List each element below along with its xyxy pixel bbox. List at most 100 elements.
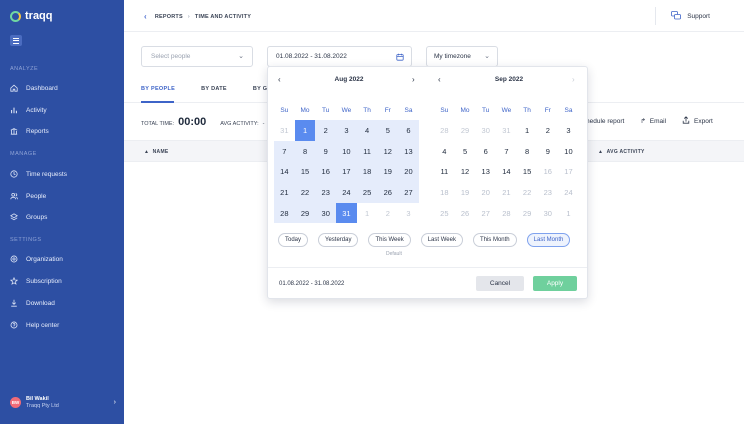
column-name-header[interactable]: ▲ NAME (144, 149, 169, 155)
calendar-day[interactable]: 10 (336, 140, 357, 162)
preset-today-button[interactable]: Today (278, 233, 309, 247)
sidebar-item-dashboard[interactable]: Dashboard (10, 84, 58, 92)
sidebar-item-organization[interactable]: Organization (10, 255, 63, 263)
calendar-day[interactable]: 14 (274, 161, 295, 183)
calendar-day[interactable]: 29 (294, 202, 316, 224)
export-button[interactable]: Export (682, 116, 713, 126)
preset-this-week-button[interactable]: This Week (368, 233, 411, 247)
calendar-day[interactable]: 2 (377, 203, 398, 224)
calendar-day[interactable]: 2 (315, 120, 337, 141)
calendar-day[interactable]: 3 (558, 120, 579, 141)
calendar-day[interactable]: 1 (517, 120, 538, 141)
calendar-day[interactable]: 31 (496, 120, 517, 141)
calendar-day[interactable]: 5 (377, 120, 399, 141)
calendar-days: 31 1 2 3 4 5 6 7 8 9 10 11 12 13 14 15 16 17 18 19 20 21 22 23 2… (274, 120, 424, 224)
calendar-day[interactable]: 3 (398, 203, 419, 224)
calendar-day[interactable]: 4 (434, 141, 455, 162)
calendar-day[interactable]: 12 (455, 161, 476, 182)
calendar-day[interactable]: 1 (294, 120, 316, 141)
calendar-day[interactable]: 3 (336, 120, 357, 141)
calendar-day[interactable]: 15 (294, 161, 316, 183)
calendar-day[interactable]: 9 (315, 140, 337, 162)
calendar-day[interactable]: 7 (274, 140, 295, 162)
report-tabs: BY PEOPLE BY DATE BY GR (141, 86, 272, 92)
topbar: ‹ REPORTS › TIME AND ACTIVITY Support (124, 0, 744, 32)
calendar-day[interactable]: 8 (517, 141, 538, 162)
calendar-day: 19 (460, 187, 470, 197)
calendar-day[interactable]: 7 (496, 141, 517, 162)
support-button[interactable]: Support (671, 11, 710, 22)
sidebar-item-activity[interactable]: Activity (10, 106, 47, 114)
total-time-label: TOTAL TIME: (141, 121, 175, 127)
calendar-day[interactable]: 30 (475, 120, 496, 141)
sidebar-item-download[interactable]: Download (10, 299, 55, 307)
preset-this-month-button[interactable]: This Month (472, 233, 517, 247)
timezone-dropdown[interactable]: My timezone ⌄ (426, 46, 498, 67)
bar-chart-icon (10, 106, 18, 114)
breadcrumb-current: TIME AND ACTIVITY (194, 13, 252, 20)
calendar-day[interactable]: 24 (336, 182, 357, 203)
sidebar-item-groups[interactable]: Groups (10, 213, 47, 221)
calendar-day[interactable]: 22 (294, 182, 316, 203)
app-logo[interactable]: traqq (10, 10, 53, 22)
user-profile[interactable]: BW Bil Wakil Traqq Pty Ltd › (10, 396, 116, 409)
calendar-day[interactable]: 8 (294, 140, 316, 162)
calendar-day[interactable]: 15 (517, 161, 538, 182)
calendar-day[interactable]: 28 (434, 120, 455, 141)
calendar-day[interactable]: 13 (475, 161, 496, 182)
select-people-dropdown[interactable]: Select people ⌄ (141, 46, 253, 67)
calendar-day[interactable]: 21 (274, 182, 295, 203)
calendar-day[interactable]: 19 (377, 161, 399, 183)
preset-last-week-button[interactable]: Last Week (420, 233, 463, 247)
calendar-day[interactable]: 4 (356, 120, 378, 141)
sidebar-item-reports[interactable]: Reports (10, 127, 49, 135)
calendar-day[interactable]: 2 (537, 120, 558, 141)
calendar-day[interactable]: 11 (356, 140, 378, 162)
calendar-day[interactable]: 9 (537, 141, 558, 162)
schedule-report-button[interactable]: hedule report (586, 116, 624, 126)
date-range-input[interactable]: 01.08.2022 - 31.08.2022 (267, 46, 412, 67)
calendar-day[interactable]: 13 (398, 140, 419, 162)
calendar-day[interactable]: 11 (434, 161, 455, 182)
calendar-day[interactable]: 20 (398, 161, 419, 183)
calendar-day[interactable]: 10 (558, 141, 579, 162)
calendar-day[interactable]: 16 (315, 161, 337, 183)
calendar-day[interactable]: 23 (315, 182, 337, 203)
calendar-day[interactable]: 30 (315, 202, 337, 224)
calendar-day[interactable]: 14 (496, 161, 517, 182)
sidebar-item-time-requests[interactable]: Time requests (10, 170, 67, 178)
calendar-day[interactable]: 1 (357, 203, 378, 224)
sidebar-item-people[interactable]: People (10, 192, 46, 200)
preset-last-month-button[interactable]: Last Month (526, 233, 571, 247)
calendar-day[interactable]: 12 (377, 140, 399, 162)
calendar-day[interactable]: 28 (274, 202, 295, 224)
calendar-day[interactable]: 17 (336, 161, 357, 183)
calendar-day[interactable]: 6 (475, 141, 496, 162)
next-month-button[interactable]: › (412, 75, 415, 84)
calendar-day[interactable]: 6 (398, 120, 419, 141)
tab-by-date[interactable]: BY DATE (201, 86, 227, 92)
weekday-label: Th (523, 107, 531, 114)
tab-by-people[interactable]: BY PEOPLE (141, 86, 175, 92)
menu-toggle-button[interactable] (10, 35, 22, 46)
cancel-button[interactable]: Cancel (476, 276, 524, 291)
calendar-day[interactable]: 5 (455, 141, 476, 162)
column-avg-activity-header[interactable]: ▲ AVG ACTIVITY (598, 149, 645, 155)
calendar-day[interactable]: 31 (274, 120, 295, 141)
calendar-day[interactable]: 31 (336, 202, 357, 224)
email-button[interactable]: ↱ Email (640, 116, 666, 126)
schedule-report-label: hedule report (586, 117, 625, 125)
calendar-day[interactable]: 27 (398, 182, 419, 203)
calendar-day: 29 (522, 208, 532, 218)
sidebar-item-label: People (26, 192, 47, 200)
calendar-day[interactable]: 29 (455, 120, 476, 141)
apply-button[interactable]: Apply (533, 276, 577, 291)
calendar-day[interactable]: 18 (356, 161, 378, 183)
calendar-day[interactable]: 26 (377, 182, 399, 203)
sidebar-item-subscription[interactable]: Subscription (10, 277, 62, 285)
sidebar-item-help-center[interactable]: Help center (10, 321, 59, 329)
preset-yesterday-button[interactable]: Yesterday (318, 233, 359, 247)
calendar-day[interactable]: 25 (356, 182, 378, 203)
back-arrow-icon[interactable]: ‹ (144, 12, 147, 21)
breadcrumb-reports[interactable]: REPORTS (155, 14, 183, 20)
